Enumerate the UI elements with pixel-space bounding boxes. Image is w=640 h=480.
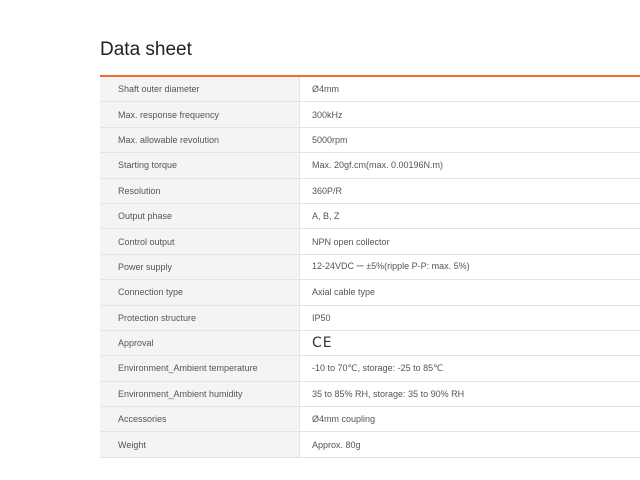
data-sheet-page: Data sheet Shaft outer diameter Ø4mm Max… — [0, 0, 640, 480]
spec-label: Max. allowable revolution — [100, 127, 300, 154]
table-row: Starting torque Max. 20gf.cm(max. 0.0019… — [100, 152, 640, 179]
spec-label: Environment_Ambient humidity — [100, 381, 300, 408]
spec-value: Ø4mm — [299, 77, 640, 103]
spec-label: Environment_Ambient temperature — [100, 355, 300, 382]
spec-value: NPN open collector — [299, 228, 640, 255]
spec-label: Approval — [100, 330, 300, 357]
table-row: Protection structure IP50 — [100, 305, 640, 331]
table-row: Output phase A, B, Z — [100, 203, 640, 230]
spec-value: 360P/R — [299, 178, 640, 204]
spec-value: A, B, Z — [299, 203, 640, 230]
table-row: Max. response frequency 300kHz — [100, 101, 640, 128]
table-row: Accessories Ø4mm coupling — [100, 406, 640, 433]
spec-label: Control output — [100, 228, 300, 255]
spec-label: Protection structure — [100, 305, 300, 331]
table-row: Max. allowable revolution 5000rpm — [100, 127, 640, 154]
spec-label: Weight — [100, 431, 300, 458]
spec-value: 35 to 85% RH, storage: 35 to 90% RH — [299, 381, 640, 408]
spec-label: Shaft outer diameter — [100, 77, 300, 103]
spec-value: Approx. 80g — [299, 431, 640, 458]
table-row: Approval CE — [100, 330, 640, 357]
table-row: Weight Approx. 80g — [100, 431, 640, 458]
table-row: Environment_Ambient temperature -10 to 7… — [100, 355, 640, 382]
table-row: Shaft outer diameter Ø4mm — [100, 77, 640, 103]
spec-value: Ø4mm coupling — [299, 406, 640, 433]
table-row: Environment_Ambient humidity 35 to 85% R… — [100, 381, 640, 408]
page-title: Data sheet — [100, 39, 192, 60]
table-row: Control output NPN open collector — [100, 228, 640, 255]
spec-label: Connection type — [100, 279, 300, 306]
spec-value: 300kHz — [299, 101, 640, 128]
spec-label: Power supply — [100, 254, 300, 281]
table-row: Connection type Axial cable type — [100, 279, 640, 306]
spec-value: -10 to 70℃, storage: -25 to 85℃ — [299, 355, 640, 382]
spec-label: Max. response frequency — [100, 101, 300, 128]
spec-table: Shaft outer diameter Ø4mm Max. response … — [100, 77, 640, 458]
spec-value: IP50 — [299, 305, 640, 331]
spec-value: Axial cable type — [299, 279, 640, 306]
table-row: Power supply 12-24VDC ⎓ ±5%(ripple P-P: … — [100, 254, 640, 281]
spec-value: Max. 20gf.cm(max. 0.00196N.m) — [299, 152, 640, 179]
table-row: Resolution 360P/R — [100, 178, 640, 204]
spec-value-approval: CE — [299, 330, 640, 357]
ce-mark-icon: CE — [312, 335, 333, 352]
spec-label: Starting torque — [100, 152, 300, 179]
spec-label: Output phase — [100, 203, 300, 230]
spec-value: 12-24VDC ⎓ ±5%(ripple P-P: max. 5%) — [299, 254, 640, 281]
spec-label: Accessories — [100, 406, 300, 433]
spec-label: Resolution — [100, 178, 300, 204]
spec-value: 5000rpm — [299, 127, 640, 154]
